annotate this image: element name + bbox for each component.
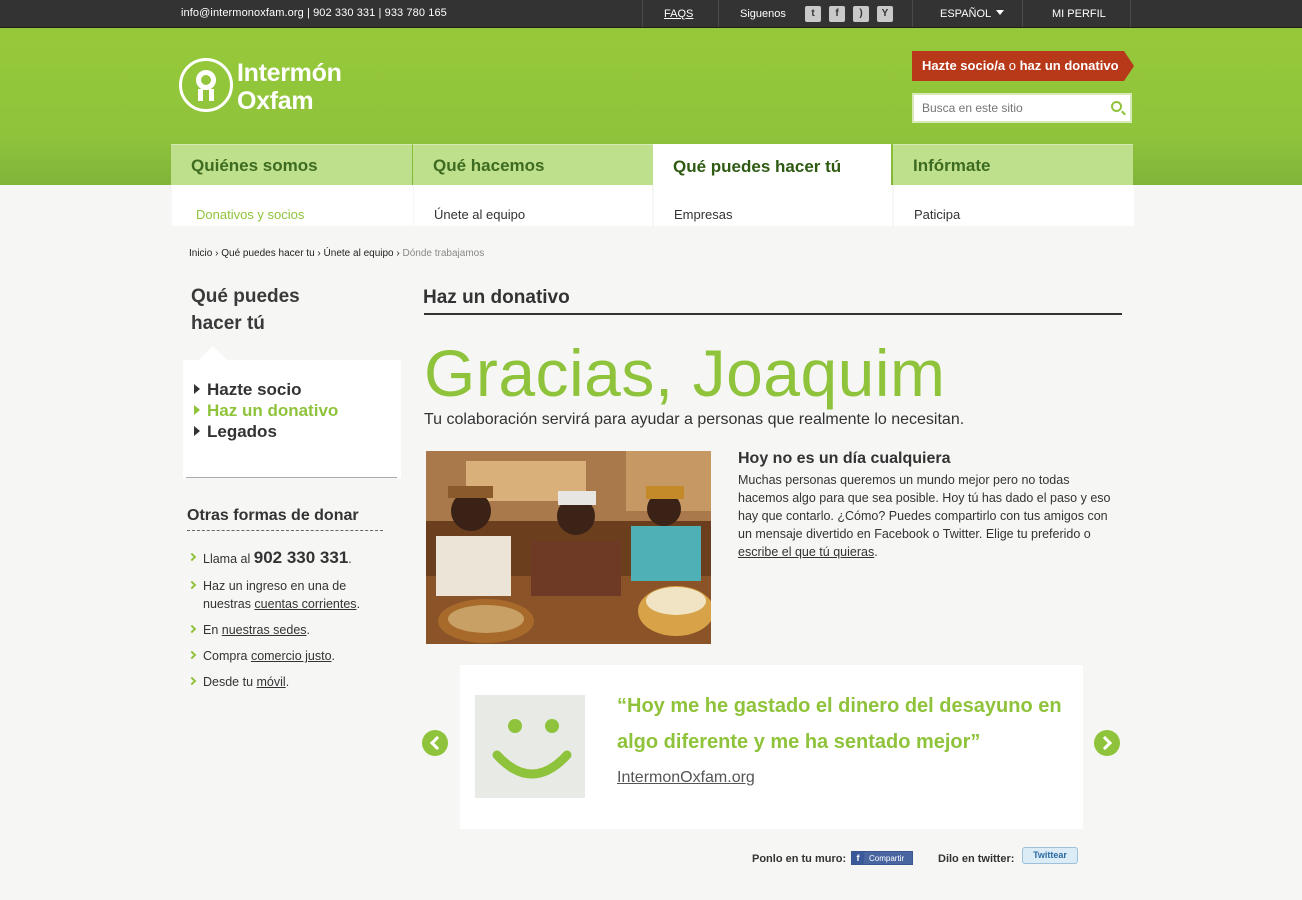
otras-formas-title: Otras formas de donar [187, 507, 383, 531]
list-item: Desde tu móvil. [189, 673, 389, 691]
caret-down-icon [996, 10, 1005, 15]
breadcrumb-unete[interactable]: Únete al equipo [324, 248, 394, 259]
divider [424, 313, 1122, 315]
search-icon[interactable] [1111, 101, 1122, 112]
subnav-empresas[interactable]: Empresas [654, 185, 892, 226]
sedes-link[interactable]: nuestras sedes [222, 623, 307, 637]
quote-text: “Hoy me he gastado el dinero del desayun… [617, 695, 1062, 753]
smiley-icon [475, 695, 585, 798]
top-bar: info@intermonoxfam.org | 902 330 331 | 9… [0, 0, 1302, 28]
oxfam-logo-icon [179, 58, 233, 112]
cuentas-corrientes-link[interactable]: cuentas corrientes [254, 597, 356, 611]
page-title: Gracias, Joaquim [424, 336, 946, 410]
facebook-icon: f [852, 852, 864, 864]
breadcrumb: Inicio › Qué puedes hacer tu › Únete al … [189, 248, 485, 259]
subnav-participa[interactable]: Paticipa [894, 185, 1134, 226]
carousel-next-icon[interactable] [1094, 730, 1120, 756]
rss-icon[interactable]: ) [853, 6, 869, 22]
tab-que-puedes-hacer[interactable]: Qué puedes hacer tú [653, 144, 891, 185]
language-select[interactable]: ESPAÑOL [940, 8, 1005, 20]
twitter-share-button[interactable]: Twittear [1022, 847, 1078, 864]
divider [642, 0, 643, 27]
comercio-justo-link[interactable]: comercio justo [251, 649, 332, 663]
movil-link[interactable]: móvil [257, 675, 286, 689]
logo-text: Intermón Oxfam [237, 59, 342, 115]
list-item: Compra comercio justo. [189, 647, 389, 665]
women-working-photo [426, 451, 711, 644]
list-item: Llama al 902 330 331. [189, 549, 389, 568]
hoy-title: Hoy no es un día cualquiera [738, 450, 951, 467]
divider [1022, 0, 1023, 27]
tab-informate[interactable]: Infórmate [893, 144, 1133, 185]
list-item: En nuestras sedes. [189, 621, 389, 639]
hoy-text: Muchas personas queremos un mundo mejor … [738, 473, 1111, 559]
main-nav: Quiénes somos Qué hacemos Qué puedes hac… [171, 144, 1133, 185]
sidebar-menu: Hazte socio Haz un donativo Legados [194, 379, 338, 442]
breadcrumb-inicio[interactable]: Inicio [189, 248, 212, 259]
donate-cta-button[interactable]: Hazte socio/a o haz un donativo [912, 51, 1134, 81]
subnav-unete[interactable]: Únete al equipo [414, 185, 652, 226]
sidebar-title: Qué puedes hacer tú [191, 286, 300, 334]
tab-que-hacemos[interactable]: Qué hacemos [413, 144, 654, 185]
quote-source-link[interactable]: IntermonOxfam.org [617, 769, 755, 787]
subtitle: Tu colaboración servirá para ayudar a pe… [424, 411, 965, 428]
list-item: Haz un ingreso en una de nuestras cuenta… [189, 577, 389, 613]
tab-quienes-somos[interactable]: Quiénes somos [171, 144, 412, 185]
subnav-donativos[interactable]: Donativos y socios [172, 185, 413, 226]
divider [186, 477, 397, 478]
breadcrumb-current: Dónde trabajamos [402, 248, 485, 259]
contact-info: info@intermonoxfam.org | 902 330 331 | 9… [181, 7, 447, 19]
search-input[interactable] [914, 95, 1094, 121]
breadcrumb-que-puedes[interactable]: Qué puedes hacer tu [221, 248, 314, 259]
divider [912, 0, 913, 27]
share-wall-label: Ponlo en tu muro: [752, 853, 847, 865]
phone-number: 902 330 331 [253, 548, 349, 567]
sidebar-item-hazte-socio[interactable]: Hazte socio [194, 379, 338, 400]
otras-formas-list: Llama al 902 330 331. Haz un ingreso en … [189, 549, 389, 699]
sidebar-item-donativo[interactable]: Haz un donativo [194, 400, 338, 421]
sidebar-item-legados[interactable]: Legados [194, 421, 338, 442]
divider [1130, 0, 1131, 27]
escribe-link[interactable]: escribe el que tú quieras [738, 545, 874, 559]
follow-label: Siguenos [740, 8, 786, 20]
divider [718, 0, 719, 27]
language-label: ESPAÑOL [940, 8, 992, 20]
faqs-link[interactable]: FAQS [664, 8, 693, 20]
profile-link[interactable]: MI PERFIL [1052, 8, 1106, 20]
facebook-icon[interactable]: f [829, 6, 845, 22]
youtube-icon[interactable]: Y [877, 6, 893, 22]
carousel-prev-icon[interactable] [422, 730, 448, 756]
facebook-share-button[interactable]: f Compartir [851, 851, 913, 865]
section-title: Haz un donativo [423, 287, 570, 308]
twitter-icon[interactable]: t [805, 6, 821, 22]
share-twitter-label: Dilo en twitter: [938, 853, 1015, 865]
search-box [912, 93, 1132, 123]
